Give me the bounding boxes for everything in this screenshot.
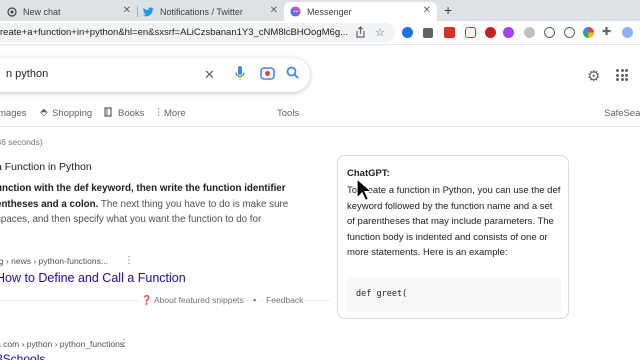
tools-button[interactable]: Tools: [277, 108, 299, 119]
tag-icon: ⬘: [40, 107, 48, 118]
pocket-icon[interactable]: [465, 27, 476, 38]
close-tab-icon[interactable]: ✕: [123, 5, 131, 16]
filter-more[interactable]: More: [164, 108, 186, 119]
profile-avatar[interactable]: [622, 27, 633, 38]
search-input[interactable]: n python: [6, 68, 48, 80]
filter-books[interactable]: Books: [118, 108, 144, 119]
result-cite[interactable]: rg › news › python-functions...: [0, 256, 108, 266]
result-link[interactable]: How to Define and Call a Function: [0, 271, 186, 285]
tab-twitter[interactable]: Notifications / Twitter ✕: [137, 2, 284, 21]
extensions-puzzle-icon[interactable]: ✚: [602, 25, 611, 38]
bookmark-star-icon[interactable]: ☆: [375, 26, 385, 39]
tab-title: New chat: [23, 6, 61, 17]
clear-icon[interactable]: ✕: [204, 67, 215, 83]
about-featured-snippets-link[interactable]: About featured snippets: [152, 295, 246, 305]
feedback-link[interactable]: Feedback: [264, 295, 306, 305]
browser-toolbar: reate+a+function+in+python&hl=en&sxsrf=A…: [0, 21, 640, 45]
url-text[interactable]: reate+a+function+in+python&hl=en&sxsrf=A…: [0, 27, 352, 38]
chatgpt-answer: To create a function in Python, you can …: [347, 185, 561, 258]
code-text: def greet(: [356, 289, 408, 299]
divider: [0, 126, 640, 127]
power-icon[interactable]: [564, 27, 575, 38]
snippet-text: unction with the def keyword, then write…: [0, 183, 286, 194]
result-stats: .36 seconds): [0, 137, 43, 147]
extension-icon[interactable]: [524, 27, 535, 38]
code-block: def greet(: [347, 277, 561, 313]
tab-title: Messenger: [307, 6, 352, 17]
tab-title: Notifications / Twitter: [160, 6, 243, 17]
microphone-icon[interactable]: [235, 66, 245, 84]
chatgpt-icon: [6, 6, 17, 17]
more-vert-icon: ⋮: [154, 107, 164, 118]
book-icon: [104, 107, 113, 120]
search-box[interactable]: n python ✕: [0, 58, 310, 92]
filter-images[interactable]: mages: [0, 108, 27, 119]
extension-icon[interactable]: [544, 27, 555, 38]
snippet-title: a Function in Python: [0, 161, 92, 173]
mouse-cursor-icon: [356, 178, 372, 202]
extension-icon[interactable]: [423, 28, 433, 38]
extension-icon[interactable]: [485, 27, 496, 38]
more-vert-icon[interactable]: ⋮: [119, 338, 129, 349]
close-tab-icon[interactable]: ✕: [423, 5, 431, 16]
result-cite[interactable]: n.com › python › python_functions: [0, 339, 124, 349]
share-icon[interactable]: [355, 26, 366, 41]
tab-messenger[interactable]: Messenger ✕: [284, 2, 437, 21]
close-tab-icon[interactable]: ✕: [270, 5, 278, 16]
snippet-text: entheses and a colon.: [0, 198, 99, 210]
settings-gear-icon[interactable]: ⚙: [587, 67, 600, 85]
tab-strip: New chat ✕ Notifications / Twitter ✕ Mes…: [0, 0, 640, 21]
more-vert-icon[interactable]: ⋮: [124, 255, 134, 266]
extension-icon[interactable]: [503, 27, 514, 38]
new-tab-button[interactable]: +: [444, 2, 452, 18]
snippet-text: spaces, and then specify what you want t…: [0, 214, 262, 225]
snippet-body: unction with the def keyword, then write…: [0, 181, 308, 228]
search-icon[interactable]: [286, 66, 299, 82]
apps-grid-icon[interactable]: [616, 69, 628, 81]
address-bar[interactable]: reate+a+function+in+python&hl=en&sxsrf=A…: [0, 23, 395, 42]
camera-lens-icon[interactable]: [260, 66, 275, 83]
twitter-icon: [143, 6, 154, 17]
filter-shopping[interactable]: Shopping: [52, 108, 92, 119]
safesearch-button[interactable]: SafeSea: [604, 108, 640, 119]
snippet-text: The next thing you have to do is make su…: [98, 198, 289, 210]
extension-icon[interactable]: [583, 27, 594, 38]
tab-new-chat[interactable]: New chat ✕: [0, 2, 137, 21]
messenger-icon: [290, 6, 301, 17]
result-link[interactable]: 3Schools: [0, 352, 45, 360]
extension-icon[interactable]: [444, 27, 455, 38]
feedback-icon: ▪: [251, 295, 259, 305]
extension-icon[interactable]: [402, 27, 413, 38]
